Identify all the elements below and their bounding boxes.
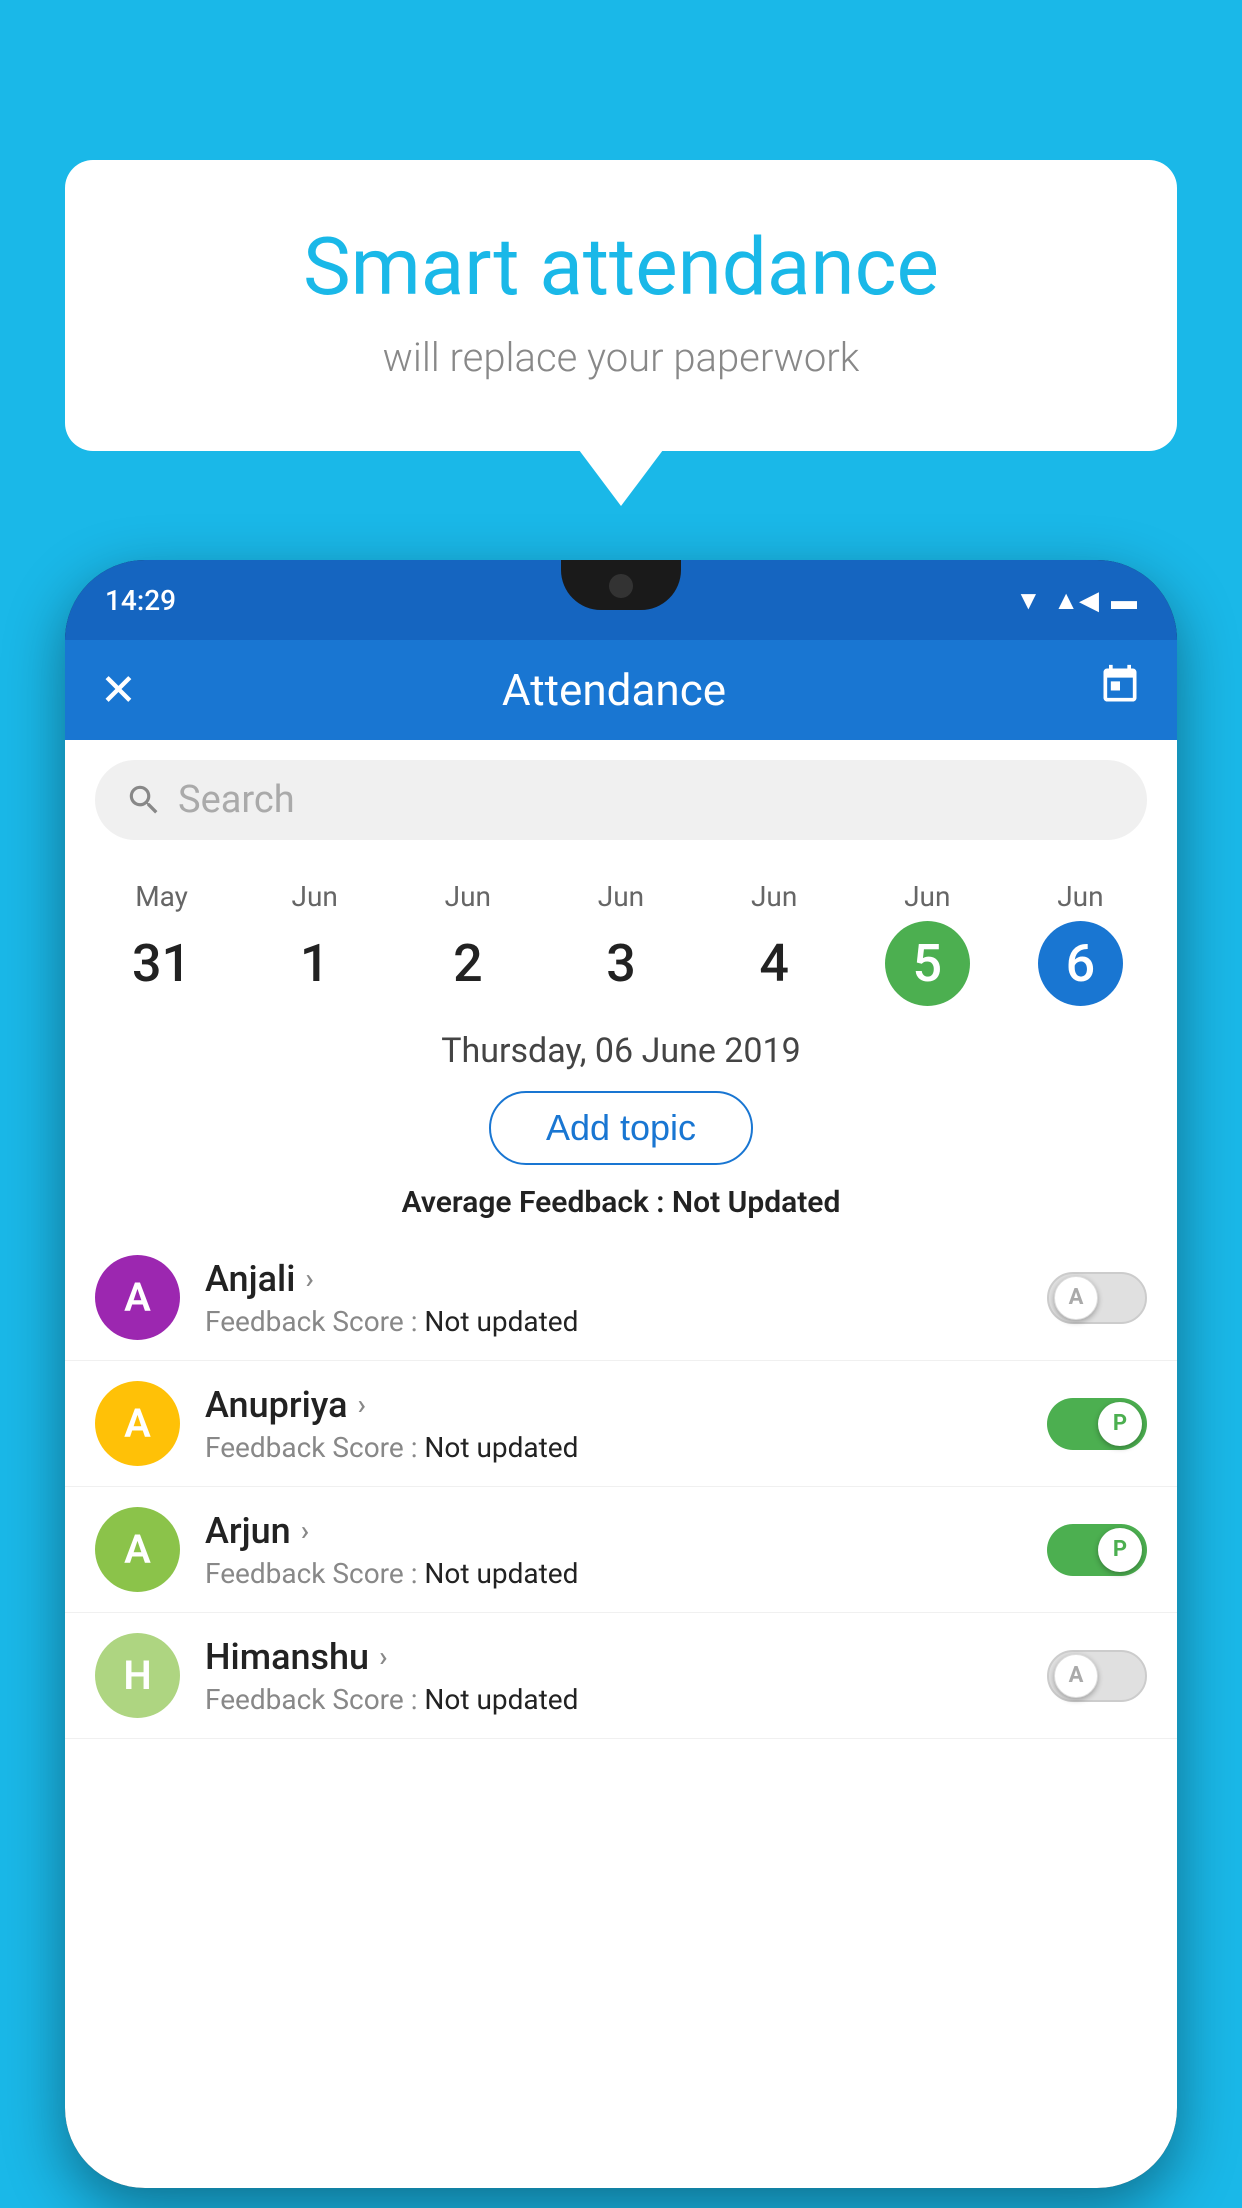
toggle-knob: P: [1098, 1402, 1142, 1446]
student-avatar: A: [95, 1255, 180, 1340]
bubble-title: Smart attendance: [125, 220, 1117, 314]
cal-day-number[interactable]: 5: [885, 921, 970, 1006]
feedback-value: Not updated: [424, 1305, 578, 1338]
toggle-switch[interactable]: P: [1047, 1524, 1147, 1576]
toggle-knob: P: [1098, 1528, 1142, 1572]
search-container: Search: [65, 740, 1177, 860]
student-feedback-score: Feedback Score : Not updated: [205, 1431, 1022, 1464]
app-header: ✕ Attendance: [65, 640, 1177, 740]
student-avatar: A: [95, 1381, 180, 1466]
camera: [609, 574, 633, 598]
attendance-toggle[interactable]: A: [1047, 1650, 1147, 1702]
cal-month-label: Jun: [904, 880, 950, 913]
student-feedback-score: Feedback Score : Not updated: [205, 1305, 1022, 1338]
student-avatar: H: [95, 1633, 180, 1718]
cal-month-label: Jun: [292, 880, 338, 913]
cal-day-number[interactable]: 6: [1038, 921, 1123, 1006]
avg-feedback-value: Not Updated: [672, 1185, 840, 1220]
chevron-icon: ›: [358, 1388, 366, 1421]
toggle-switch[interactable]: P: [1047, 1398, 1147, 1450]
attendance-toggle[interactable]: P: [1047, 1398, 1147, 1450]
cal-month-label: Jun: [1057, 880, 1103, 913]
cal-day-number[interactable]: 3: [578, 921, 663, 1006]
cal-day-col[interactable]: Jun 5: [885, 880, 970, 1006]
cal-day-col[interactable]: Jun 1: [272, 880, 357, 1006]
status-time: 14:29: [105, 584, 176, 617]
wifi-icon: ▼: [1016, 585, 1042, 616]
app-content: Search May 31 Jun 1 Jun 2 Jun 3 Jun 4 Jun 5 Jun 6 Thu…: [65, 740, 1177, 2188]
chevron-icon: ›: [379, 1640, 387, 1673]
feedback-value: Not updated: [424, 1557, 578, 1590]
toggle-knob: A: [1054, 1654, 1098, 1698]
avg-feedback: Average Feedback : Not Updated: [65, 1175, 1177, 1225]
student-info: Himanshu › Feedback Score : Not updated: [205, 1636, 1022, 1716]
cal-day-col[interactable]: Jun 3: [578, 880, 663, 1006]
speech-bubble: Smart attendance will replace your paper…: [65, 160, 1177, 451]
chevron-icon: ›: [305, 1262, 313, 1295]
bubble-subtitle: will replace your paperwork: [125, 334, 1117, 381]
calendar-strip: May 31 Jun 1 Jun 2 Jun 3 Jun 4 Jun 5 Jun 6: [65, 860, 1177, 1011]
notch-cutout: [561, 560, 681, 610]
cal-day-col[interactable]: May 31: [119, 880, 204, 1006]
student-name: Himanshu ›: [205, 1636, 1022, 1678]
cal-month-label: Jun: [445, 880, 491, 913]
student-info: Arjun › Feedback Score : Not updated: [205, 1510, 1022, 1590]
student-info: Anupriya › Feedback Score : Not updated: [205, 1384, 1022, 1464]
cal-day-number[interactable]: 31: [119, 921, 204, 1006]
status-icons: ▼ ▲◀ ▬: [1016, 585, 1137, 616]
student-name: Anupriya ›: [205, 1384, 1022, 1426]
student-feedback-score: Feedback Score : Not updated: [205, 1683, 1022, 1716]
add-topic-button[interactable]: Add topic: [489, 1091, 753, 1165]
student-item[interactable]: H Himanshu › Feedback Score : Not updated A: [65, 1613, 1177, 1739]
student-list: AAnjali ›Feedback Score : Not updatedAAA…: [65, 1225, 1177, 1749]
cal-month-label: May: [135, 880, 188, 913]
app-title: Attendance: [160, 664, 1068, 716]
student-avatar: A: [95, 1507, 180, 1592]
attendance-toggle[interactable]: P: [1047, 1524, 1147, 1576]
search-placeholder: Search: [178, 778, 295, 822]
feedback-value: Not updated: [424, 1683, 578, 1716]
student-item[interactable]: A Arjun › Feedback Score : Not updated P: [65, 1487, 1177, 1613]
toggle-knob: A: [1054, 1276, 1098, 1320]
close-button[interactable]: ✕: [100, 664, 160, 716]
phone-frame: 14:29 ▼ ▲◀ ▬ ✕ Attendance Search: [65, 560, 1177, 2188]
student-item[interactable]: A Anjali › Feedback Score : Not updated A: [65, 1235, 1177, 1361]
search-bar[interactable]: Search: [95, 760, 1147, 840]
calendar-icon[interactable]: [1098, 663, 1142, 717]
avg-feedback-label: Average Feedback :: [402, 1185, 672, 1220]
student-feedback-score: Feedback Score : Not updated: [205, 1557, 1022, 1590]
attendance-toggle[interactable]: A: [1047, 1272, 1147, 1324]
cal-day-col[interactable]: Jun 2: [425, 880, 510, 1006]
cal-day-number[interactable]: 4: [732, 921, 817, 1006]
cal-day-col[interactable]: Jun 4: [732, 880, 817, 1006]
toggle-switch[interactable]: A: [1047, 1272, 1147, 1324]
cal-day-col[interactable]: Jun 6: [1038, 880, 1123, 1006]
speech-bubble-container: Smart attendance will replace your paper…: [65, 160, 1177, 451]
cal-month-label: Jun: [598, 880, 644, 913]
signal-icon: ▲◀: [1053, 585, 1099, 616]
status-bar: 14:29 ▼ ▲◀ ▬: [65, 560, 1177, 640]
cal-day-number[interactable]: 1: [272, 921, 357, 1006]
student-name: Anjali ›: [205, 1258, 1022, 1300]
chevron-icon: ›: [301, 1514, 309, 1547]
battery-icon: ▬: [1111, 585, 1137, 616]
student-item[interactable]: A Anupriya › Feedback Score : Not updated P: [65, 1361, 1177, 1487]
cal-month-label: Jun: [751, 880, 797, 913]
student-name: Arjun ›: [205, 1510, 1022, 1552]
student-info: Anjali › Feedback Score : Not updated: [205, 1258, 1022, 1338]
selected-date: Thursday, 06 June 2019: [65, 1011, 1177, 1081]
cal-day-number[interactable]: 2: [425, 921, 510, 1006]
toggle-switch[interactable]: A: [1047, 1650, 1147, 1702]
search-icon: [125, 781, 163, 819]
feedback-value: Not updated: [424, 1431, 578, 1464]
